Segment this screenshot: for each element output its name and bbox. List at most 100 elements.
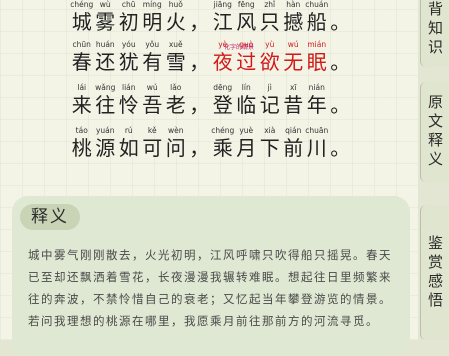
hanzi: 往 xyxy=(95,93,116,117)
hanzi: 初 xyxy=(118,10,139,34)
poem-line: chéng 城 wù 雾 chū 初 míng 明 huǒ 火， jiāng 江 fēng 风 zhǐ 只 hà… xyxy=(70,0,352,40)
pinyin: jì xyxy=(267,83,272,92)
poem-character: yuán 源 xyxy=(94,126,118,166)
poem-character: yóu 犹 xyxy=(117,40,141,80)
poem-character: mián 眠 xyxy=(305,40,329,80)
tab-label: 鉴赏感悟 xyxy=(426,234,444,311)
pinyin: fēng xyxy=(237,0,255,9)
hanzi: 。 xyxy=(330,136,351,160)
poem-character: nián 年 xyxy=(305,83,329,123)
poem-line: lái 来 wǎng 往 lián 怜 wú 吾 lǎo 老， dēng 登 lín 临 jì 记 xī 昔 niá… xyxy=(70,83,352,123)
poem-character: yǒu 有 xyxy=(141,40,165,80)
pinyin: chūn xyxy=(72,40,91,49)
hanzi: 雪 xyxy=(165,50,186,74)
hanzi: 来 xyxy=(71,93,92,117)
pinyin: míng xyxy=(142,0,162,9)
hanzi: 前 xyxy=(283,136,304,160)
hanzi: 记 xyxy=(259,93,280,117)
pinyin: rú xyxy=(124,126,133,135)
pinyin: nián xyxy=(308,83,325,92)
poem-character: jì 记 xyxy=(258,83,282,123)
pinyin: wù xyxy=(99,0,111,9)
poem-character: wú 吾 xyxy=(141,83,165,123)
hanzi: 下 xyxy=(259,136,280,160)
pinyin: huán xyxy=(95,40,115,49)
pinyin: wèn xyxy=(167,126,184,135)
poem-character: yù 欲 xyxy=(258,40,282,80)
poem-character: huǒ 火 xyxy=(164,0,188,40)
pinyin: chū xyxy=(121,0,136,9)
explanation-text: 城中雾气刚刚散去，火光初明，江风呼啸只吹得船只摇晃。春天已至却还飘洒着雪花，长夜… xyxy=(28,248,392,328)
pinyin: chéng xyxy=(70,0,94,9)
poem-character: xià 下 xyxy=(258,126,282,166)
poem-character: xuě 雪 xyxy=(164,40,188,80)
poem-character: ， xyxy=(188,83,212,123)
pinyin: táo xyxy=(75,126,88,135)
pinyin: wú xyxy=(287,40,299,49)
hanzi: 老 xyxy=(165,93,186,117)
hanzi: 城 xyxy=(71,10,92,34)
pinyin: chéng xyxy=(211,126,235,135)
poem-character: dēng 登 xyxy=(211,83,235,123)
poem-character: lǎo 老 xyxy=(164,83,188,123)
poem-character: wèn 问 xyxy=(164,126,188,166)
poem-character: ， xyxy=(188,0,212,40)
hanzi: 还 xyxy=(95,50,116,74)
hanzi: 登 xyxy=(212,93,233,117)
poem-character: rú 如 xyxy=(117,126,141,166)
poem-character: chū 初 xyxy=(117,0,141,40)
hanzi: 。 xyxy=(330,93,351,117)
hanzi: 眠 xyxy=(306,50,327,74)
poem-character: yuè 月 xyxy=(235,126,259,166)
poem-character: míng 明 xyxy=(141,0,165,40)
poem-character: 。 xyxy=(329,126,353,166)
poem-character: fēng 风 xyxy=(235,0,259,40)
section-title: 释义 xyxy=(20,204,80,230)
pinyin: yǒu xyxy=(145,40,160,49)
pinyin: lái xyxy=(77,83,87,92)
poem-character: 。 xyxy=(329,40,353,80)
poem-character: hàn 撼 xyxy=(282,0,306,40)
poem-character: lián 怜 xyxy=(117,83,141,123)
poem-character: wǎng 往 xyxy=(94,83,118,123)
poem-character: kě 可 xyxy=(141,126,165,166)
pinyin: xī xyxy=(289,83,297,92)
poem-character: 。 xyxy=(329,83,353,123)
poem-character: zhǐ 只 xyxy=(258,0,282,40)
pinyin: qián xyxy=(285,126,302,135)
pinyin: dēng xyxy=(213,83,233,92)
hanzi: 欲 xyxy=(259,50,280,74)
pinyin: wǎng xyxy=(95,83,116,92)
tab-knowledge[interactable]: 背知识 xyxy=(420,0,449,67)
hanzi: 。 xyxy=(330,10,351,34)
poem-character: ， xyxy=(188,40,212,80)
hanzi: 火 xyxy=(165,10,186,34)
hanzi: 。 xyxy=(330,50,351,74)
pinyin: kě xyxy=(147,126,157,135)
hanzi: 川 xyxy=(306,136,327,160)
hanzi: 犹 xyxy=(118,50,139,74)
poem-character: chūn 春 xyxy=(70,40,94,80)
hanzi: ， xyxy=(189,10,210,34)
hanzi: ， xyxy=(189,93,210,117)
pinyin: lín xyxy=(241,83,251,92)
pinyin: xià xyxy=(264,126,276,135)
hanzi: 怜 xyxy=(118,93,139,117)
poem-character: wú 无 xyxy=(282,40,306,80)
pinyin: lián xyxy=(121,83,136,92)
hanzi: 雾 xyxy=(95,10,116,34)
hanzi: 桃 xyxy=(71,136,92,160)
hanzi: 无 xyxy=(283,50,304,74)
tab-original-text[interactable]: 原文释义 xyxy=(420,82,449,182)
poem-character: jiāng 江 xyxy=(211,0,235,40)
content-page: chéng 城 wù 雾 chū 初 míng 明 huǒ 火， jiāng 江 fēng 风 zhǐ 只 hà… xyxy=(0,0,418,356)
tab-appreciation[interactable]: 鉴赏感悟 xyxy=(420,205,449,340)
hanzi: 如 xyxy=(118,136,139,160)
hanzi: 吾 xyxy=(142,93,163,117)
hanzi: 撼 xyxy=(283,10,304,34)
pinyin: zhǐ xyxy=(264,0,276,9)
poem-character: 。 xyxy=(329,0,353,40)
hanzi: ， xyxy=(189,136,210,160)
hanzi: 过 xyxy=(236,50,257,74)
hanzi: 有 xyxy=(142,50,163,74)
